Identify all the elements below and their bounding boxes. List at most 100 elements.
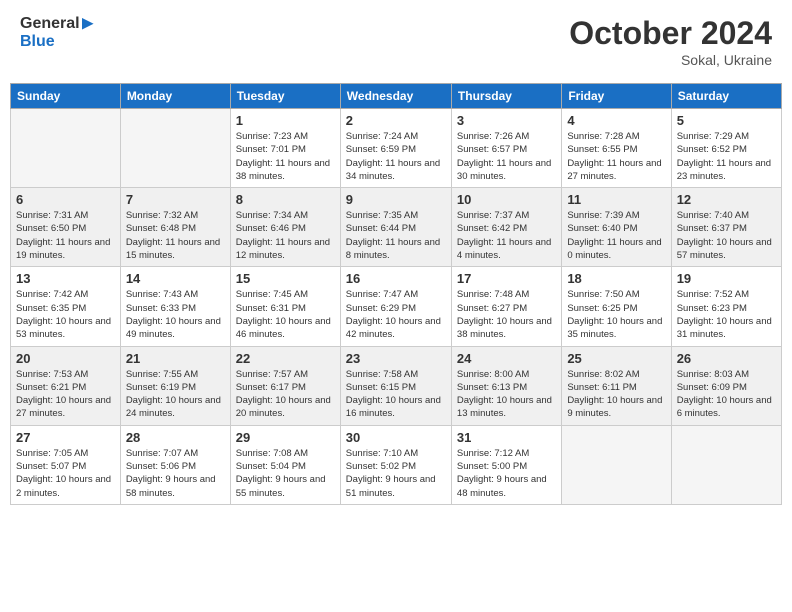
calendar-cell: 17Sunrise: 7:48 AM Sunset: 6:27 PM Dayli… (451, 267, 561, 346)
day-number: 28 (126, 430, 225, 445)
day-number: 7 (126, 192, 225, 207)
logo-arrow-icon (82, 18, 94, 30)
day-number: 5 (677, 113, 776, 128)
day-number: 15 (236, 271, 335, 286)
weekday-header-wednesday: Wednesday (340, 84, 451, 109)
day-info: Sunrise: 7:42 AM Sunset: 6:35 PM Dayligh… (16, 288, 115, 341)
calendar-cell: 5 Sunrise: 7:29 AM Sunset: 6:52 PM Daylig… (671, 109, 781, 188)
month-title: October 2024 (569, 15, 772, 52)
day-info: Sunrise: 7:57 AM Sunset: 6:17 PM Dayligh… (236, 368, 335, 421)
day-info: Sunrise: 8:02 AM Sunset: 6:11 PM Dayligh… (567, 368, 665, 421)
day-number: 19 (677, 271, 776, 286)
day-number: 26 (677, 351, 776, 366)
day-info: Sunrise: 7:26 AM Sunset: 6:57 PM Dayligh… (457, 130, 556, 183)
weekday-header-monday: Monday (120, 84, 230, 109)
day-number: 3 (457, 113, 556, 128)
calendar-cell: 22 Sunrise: 7:57 AM Sunset: 6:17 PM Dayli… (230, 346, 340, 425)
day-number: 21 (126, 351, 225, 366)
calendar-cell: 21 Sunrise: 7:55 AM Sunset: 6:19 PM Dayli… (120, 346, 230, 425)
calendar-cell: 16Sunrise: 7:47 AM Sunset: 6:29 PM Dayli… (340, 267, 451, 346)
title-section: October 2024 Sokal, Ukraine (569, 15, 772, 68)
day-number: 2 (346, 113, 446, 128)
calendar-week-3: 13Sunrise: 7:42 AM Sunset: 6:35 PM Dayli… (11, 267, 782, 346)
calendar-cell: 24 Sunrise: 8:00 AM Sunset: 6:13 PM Dayli… (451, 346, 561, 425)
day-info: Sunrise: 7:28 AM Sunset: 6:55 PM Dayligh… (567, 130, 665, 183)
day-number: 1 (236, 113, 335, 128)
day-info: Sunrise: 7:07 AM Sunset: 5:06 PM Dayligh… (126, 447, 225, 500)
day-number: 11 (567, 192, 665, 207)
page-header: General Blue October 2024 Sokal, Ukraine (10, 10, 782, 73)
calendar-cell (120, 109, 230, 188)
calendar-cell: 23 Sunrise: 7:58 AM Sunset: 6:15 PM Dayli… (340, 346, 451, 425)
day-info: Sunrise: 8:03 AM Sunset: 6:09 PM Dayligh… (677, 368, 776, 421)
calendar-cell: 3 Sunrise: 7:26 AM Sunset: 6:57 PM Daylig… (451, 109, 561, 188)
day-info: Sunrise: 7:53 AM Sunset: 6:21 PM Dayligh… (16, 368, 115, 421)
calendar-table: SundayMondayTuesdayWednesdayThursdayFrid… (10, 83, 782, 505)
day-info: Sunrise: 7:48 AM Sunset: 6:27 PM Dayligh… (457, 288, 556, 341)
calendar-cell: 31Sunrise: 7:12 AM Sunset: 5:00 PM Dayli… (451, 425, 561, 504)
calendar-cell: 7 Sunrise: 7:32 AM Sunset: 6:48 PM Daylig… (120, 188, 230, 267)
day-info: Sunrise: 8:00 AM Sunset: 6:13 PM Dayligh… (457, 368, 556, 421)
day-number: 10 (457, 192, 556, 207)
day-number: 9 (346, 192, 446, 207)
day-info: Sunrise: 7:31 AM Sunset: 6:50 PM Dayligh… (16, 209, 115, 262)
day-number: 24 (457, 351, 556, 366)
weekday-header-saturday: Saturday (671, 84, 781, 109)
day-number: 25 (567, 351, 665, 366)
calendar-cell: 13Sunrise: 7:42 AM Sunset: 6:35 PM Dayli… (11, 267, 121, 346)
calendar-header-row: SundayMondayTuesdayWednesdayThursdayFrid… (11, 84, 782, 109)
location: Sokal, Ukraine (569, 52, 772, 68)
day-info: Sunrise: 7:35 AM Sunset: 6:44 PM Dayligh… (346, 209, 446, 262)
calendar-cell: 8 Sunrise: 7:34 AM Sunset: 6:46 PM Daylig… (230, 188, 340, 267)
day-info: Sunrise: 7:37 AM Sunset: 6:42 PM Dayligh… (457, 209, 556, 262)
calendar-week-1: 1 Sunrise: 7:23 AM Sunset: 7:01 PM Daylig… (11, 109, 782, 188)
day-info: Sunrise: 7:23 AM Sunset: 7:01 PM Dayligh… (236, 130, 335, 183)
day-number: 30 (346, 430, 446, 445)
day-number: 18 (567, 271, 665, 286)
day-info: Sunrise: 7:40 AM Sunset: 6:37 PM Dayligh… (677, 209, 776, 262)
day-number: 4 (567, 113, 665, 128)
calendar-cell: 10 Sunrise: 7:37 AM Sunset: 6:42 PM Dayli… (451, 188, 561, 267)
calendar-cell: 9 Sunrise: 7:35 AM Sunset: 6:44 PM Daylig… (340, 188, 451, 267)
day-number: 31 (457, 430, 556, 445)
calendar-cell: 4 Sunrise: 7:28 AM Sunset: 6:55 PM Daylig… (562, 109, 671, 188)
day-info: Sunrise: 7:34 AM Sunset: 6:46 PM Dayligh… (236, 209, 335, 262)
calendar-cell: 30Sunrise: 7:10 AM Sunset: 5:02 PM Dayli… (340, 425, 451, 504)
calendar-cell: 6 Sunrise: 7:31 AM Sunset: 6:50 PM Daylig… (11, 188, 121, 267)
logo: General Blue (20, 15, 94, 50)
calendar-cell (562, 425, 671, 504)
weekday-header-thursday: Thursday (451, 84, 561, 109)
calendar-cell: 29Sunrise: 7:08 AM Sunset: 5:04 PM Dayli… (230, 425, 340, 504)
day-number: 20 (16, 351, 115, 366)
day-info: Sunrise: 7:50 AM Sunset: 6:25 PM Dayligh… (567, 288, 665, 341)
day-info: Sunrise: 7:32 AM Sunset: 6:48 PM Dayligh… (126, 209, 225, 262)
day-number: 29 (236, 430, 335, 445)
calendar-cell: 20 Sunrise: 7:53 AM Sunset: 6:21 PM Dayli… (11, 346, 121, 425)
logo-general-text: General (20, 15, 80, 33)
calendar-cell (671, 425, 781, 504)
calendar-cell: 27Sunrise: 7:05 AM Sunset: 5:07 PM Dayli… (11, 425, 121, 504)
calendar-cell: 26 Sunrise: 8:03 AM Sunset: 6:09 PM Dayli… (671, 346, 781, 425)
day-info: Sunrise: 7:55 AM Sunset: 6:19 PM Dayligh… (126, 368, 225, 421)
logo-blue-text: Blue (20, 33, 94, 51)
day-info: Sunrise: 7:58 AM Sunset: 6:15 PM Dayligh… (346, 368, 446, 421)
weekday-header-sunday: Sunday (11, 84, 121, 109)
day-info: Sunrise: 7:52 AM Sunset: 6:23 PM Dayligh… (677, 288, 776, 341)
calendar-cell: 11 Sunrise: 7:39 AM Sunset: 6:40 PM Dayli… (562, 188, 671, 267)
day-info: Sunrise: 7:43 AM Sunset: 6:33 PM Dayligh… (126, 288, 225, 341)
day-info: Sunrise: 7:29 AM Sunset: 6:52 PM Dayligh… (677, 130, 776, 183)
day-info: Sunrise: 7:24 AM Sunset: 6:59 PM Dayligh… (346, 130, 446, 183)
day-info: Sunrise: 7:39 AM Sunset: 6:40 PM Dayligh… (567, 209, 665, 262)
weekday-header-tuesday: Tuesday (230, 84, 340, 109)
day-number: 6 (16, 192, 115, 207)
day-number: 22 (236, 351, 335, 366)
day-number: 23 (346, 351, 446, 366)
day-number: 8 (236, 192, 335, 207)
calendar-cell: 2 Sunrise: 7:24 AM Sunset: 6:59 PM Daylig… (340, 109, 451, 188)
day-number: 12 (677, 192, 776, 207)
day-info: Sunrise: 7:45 AM Sunset: 6:31 PM Dayligh… (236, 288, 335, 341)
calendar-cell: 15 Sunrise: 7:45 AM Sunset: 6:31 PM Dayli… (230, 267, 340, 346)
calendar-week-4: 20 Sunrise: 7:53 AM Sunset: 6:21 PM Dayli… (11, 346, 782, 425)
day-info: Sunrise: 7:05 AM Sunset: 5:07 PM Dayligh… (16, 447, 115, 500)
calendar-cell: 25 Sunrise: 8:02 AM Sunset: 6:11 PM Dayli… (562, 346, 671, 425)
